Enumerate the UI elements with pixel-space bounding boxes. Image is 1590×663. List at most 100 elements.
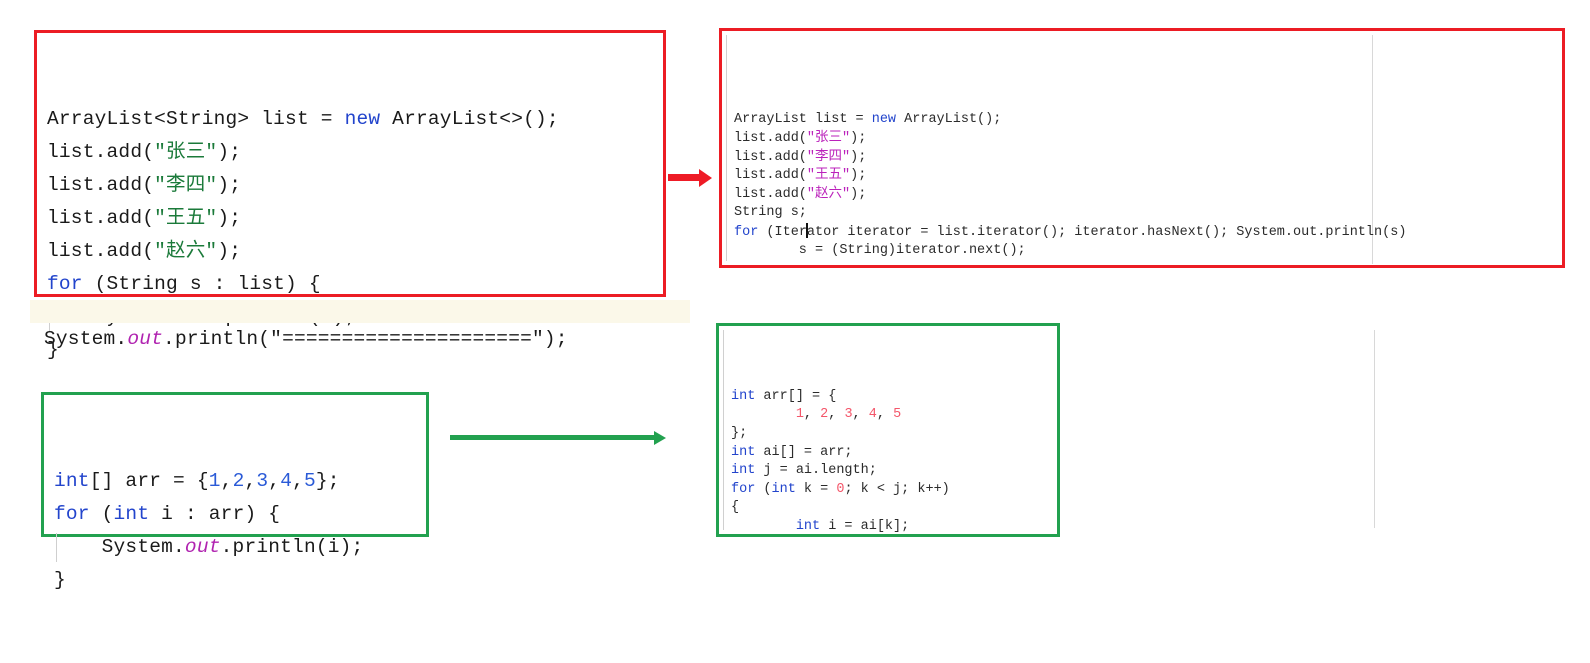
indent-guide-left-2	[723, 330, 724, 530]
code-token: out	[127, 328, 163, 350]
code-token: int	[796, 519, 820, 534]
code-token: "张三"	[154, 141, 217, 163]
code-line: ArrayList list = new ArrayList();	[734, 111, 1562, 130]
code-token: }	[54, 569, 66, 591]
code-token: String s;	[734, 205, 807, 220]
code-token: );	[850, 187, 866, 202]
decompiled-iterator-box: ArrayList list = new ArrayList();list.ad…	[719, 28, 1565, 268]
code-token: list.add(	[47, 174, 154, 196]
code-token: .println("=====================");	[163, 328, 568, 350]
code-token: ,	[268, 470, 280, 492]
code-token: (	[90, 503, 114, 525]
code-token: (	[755, 482, 771, 497]
code-token: 1	[209, 470, 221, 492]
indent-guide-tick	[56, 533, 57, 562]
indent-guide-left	[726, 35, 727, 261]
code-token: int	[731, 445, 755, 460]
code-token: for	[47, 273, 83, 295]
code-token: list.add(	[47, 141, 154, 163]
code-line: String s;	[734, 204, 1562, 223]
code-token: ,	[828, 407, 844, 422]
code-token: 3	[256, 470, 268, 492]
code-token: );	[850, 150, 866, 165]
code-token: 5	[893, 407, 901, 422]
margin-guide-line-lower	[1374, 330, 1375, 528]
code-token: ArrayList<String> list =	[47, 108, 345, 130]
code-token	[731, 519, 796, 534]
code-token: int	[731, 389, 755, 404]
code-token: int	[772, 482, 796, 497]
code-line: System.out.println(i);	[54, 531, 418, 564]
code-token: 5	[304, 470, 316, 492]
code-token: .println(i);	[221, 536, 364, 558]
code-token: "赵六"	[807, 187, 850, 202]
code-line: list.add("李四");	[47, 169, 655, 202]
code-line: list.add("张三");	[734, 130, 1562, 149]
code-token: i : arr) {	[149, 503, 280, 525]
source-foreach-array-box: int[] arr = {1,2,3,4,5};for (int i : arr…	[41, 392, 429, 537]
code-token: j = ai.length;	[755, 463, 877, 478]
code-line: }	[54, 564, 418, 597]
code-token: ArrayList<>();	[380, 108, 559, 130]
code-line: for (int i : arr) {	[54, 498, 418, 531]
code-token: 3	[844, 407, 852, 422]
code-token: "王五"	[807, 168, 850, 183]
code-line: 1, 2, 3, 4, 5	[731, 406, 1057, 425]
code-token: };	[731, 426, 747, 441]
code-line: int[] arr = {1,2,3,4,5};	[54, 465, 418, 498]
code-token: list.add(	[734, 150, 807, 165]
code-block-decompiled-iterator: ArrayList list = new ArrayList();list.ad…	[734, 111, 1562, 268]
code-token: "李四"	[154, 174, 217, 196]
code-token: System.	[44, 328, 127, 350]
code-token	[731, 407, 796, 422]
separator-println-line: System.out.println("====================…	[44, 323, 684, 356]
code-token: );	[217, 207, 241, 229]
code-token: 4	[280, 470, 292, 492]
code-line: list.add("李四");	[734, 149, 1562, 168]
code-line: int i = ai[k];	[731, 518, 1057, 537]
code-token: );	[850, 168, 866, 183]
code-token: ArrayList();	[896, 112, 1001, 127]
code-token: );	[850, 131, 866, 146]
code-line: };	[731, 425, 1057, 444]
code-token: ator iterator = list.iterator(); iterato…	[807, 225, 1407, 240]
code-line: int j = ai.length;	[731, 462, 1057, 481]
code-line: {	[731, 499, 1057, 518]
code-line: for (Iterator iterator = list.iterator()…	[734, 223, 1562, 242]
code-token: out	[185, 536, 221, 558]
code-token: for	[734, 225, 758, 240]
code-token: ,	[853, 407, 869, 422]
arrow-array-to-decompiled	[450, 430, 670, 446]
code-line: list.add("赵六");	[734, 186, 1562, 205]
code-token: list.add(	[47, 240, 154, 262]
code-token: arr[] = {	[755, 389, 836, 404]
code-token: "王五"	[154, 207, 217, 229]
code-line: System.out.println("====================…	[44, 323, 684, 356]
code-line: int arr[] = {	[731, 388, 1057, 407]
code-token: ,	[244, 470, 256, 492]
code-token: int	[731, 463, 755, 478]
code-token: System.	[54, 536, 185, 558]
code-token: ,	[804, 407, 820, 422]
code-token: int	[54, 470, 90, 492]
code-token: );	[217, 141, 241, 163]
arrow-list-to-decompiled	[668, 168, 714, 188]
code-line: for (String s : list) {	[47, 268, 655, 301]
code-line: list.add("王五");	[47, 202, 655, 235]
code-line: s = (String)iterator.next();	[734, 242, 1562, 261]
source-foreach-list-box: ArrayList<String> list = new ArrayList<>…	[34, 30, 666, 297]
code-token: i = ai[k];	[820, 519, 909, 534]
code-token: ,	[877, 407, 893, 422]
code-line: list.add("张三");	[47, 136, 655, 169]
code-token: for	[54, 503, 90, 525]
code-token: 4	[869, 407, 877, 422]
code-token: list.add(	[734, 131, 807, 146]
code-line	[734, 260, 1562, 268]
code-token: list.add(	[47, 207, 154, 229]
code-token: 1	[796, 407, 804, 422]
code-token: list.add(	[734, 168, 807, 183]
code-token: k =	[796, 482, 837, 497]
code-token: 2	[233, 470, 245, 492]
highlight-band	[30, 300, 690, 323]
code-line: for (int k = 0; k < j; k++)	[731, 481, 1057, 500]
